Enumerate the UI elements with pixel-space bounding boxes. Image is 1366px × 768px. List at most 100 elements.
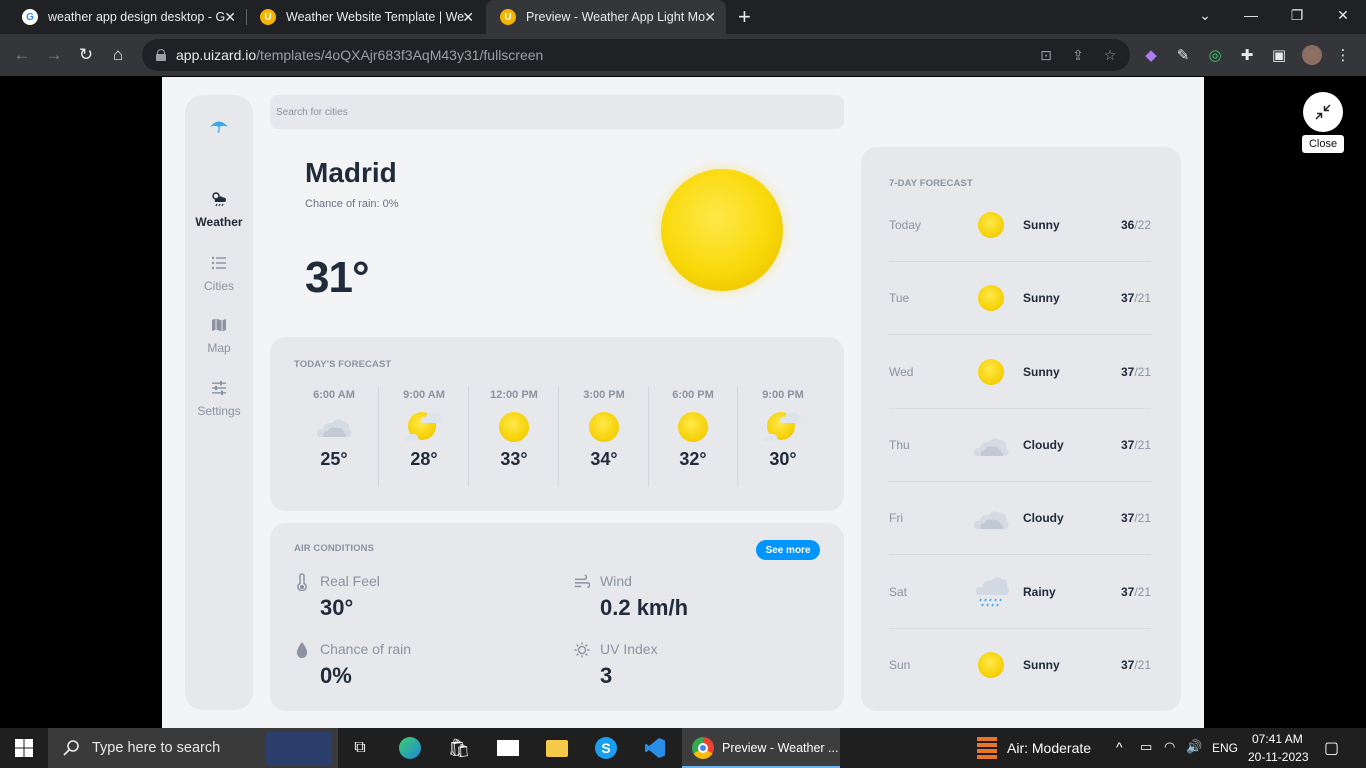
taskbar-window-label: Preview - Weather ...	[722, 741, 839, 755]
day-name: Fri	[889, 511, 903, 525]
weather-app-page: Weather Cities Map Settings Search for c…	[162, 77, 1204, 728]
side-panel-icon[interactable]: ▣	[1270, 46, 1288, 64]
store-icon[interactable]: 🛍	[447, 736, 471, 760]
skype-icon[interactable]: S	[594, 736, 618, 760]
map-icon	[212, 318, 226, 332]
day-name: Sun	[889, 658, 911, 672]
list-icon	[211, 256, 226, 270]
city-name: Madrid	[305, 157, 397, 188]
url-text: app.uizard.io/templates/4oQXAjr683f3AqM4…	[176, 47, 544, 63]
notification-icon[interactable]: ▢	[1324, 738, 1339, 758]
day-condition: Cloudy	[1023, 511, 1064, 525]
forward-icon[interactable]: →	[43, 44, 65, 66]
vscode-icon[interactable]	[643, 736, 667, 760]
browser-tab-strip: G weather app design desktop - G ✕ U Wea…	[0, 0, 1366, 34]
sun-icon	[584, 409, 624, 445]
tab-title: weather app design desktop - G	[48, 10, 226, 24]
wifi-icon[interactable]: ◠	[1164, 739, 1175, 755]
clock-time[interactable]: 07:41 AM	[1252, 732, 1303, 746]
hour-time: 6:00 AM	[313, 389, 355, 401]
droplet-icon	[296, 642, 308, 658]
exit-fullscreen-button[interactable]	[1303, 92, 1343, 132]
window-close-button[interactable]: ✕	[1320, 0, 1366, 30]
air-label: Wind	[600, 573, 632, 589]
air-label: UV Index	[600, 641, 658, 657]
sidebar-item-cities[interactable]: Cities	[185, 255, 253, 295]
see-more-button[interactable]: See more	[756, 540, 820, 560]
minimize-button[interactable]: —	[1228, 0, 1274, 30]
hour-time: 12:00 PM	[490, 389, 538, 401]
current-temperature: 31°	[305, 253, 370, 302]
sidebar-item-label: Settings	[197, 404, 241, 418]
day-temp-range: 37/21	[1120, 511, 1151, 525]
hour-temp: 33°	[500, 449, 528, 469]
cloudy-icon	[973, 430, 1009, 462]
profile-avatar[interactable]	[1302, 45, 1322, 65]
sidebar-item-label: Weather	[195, 215, 243, 229]
taskbar-chrome-window[interactable]: Preview - Weather ...	[682, 728, 840, 768]
hourly-forecast-item: 12:00 PM 33°	[469, 389, 559, 470]
new-tab-button[interactable]: +	[738, 4, 751, 30]
partly-cloudy-icon	[763, 409, 803, 445]
sidebar-item-settings[interactable]: Settings	[185, 380, 253, 420]
file-explorer-icon[interactable]	[545, 736, 569, 760]
air-label: Real Feel	[320, 573, 380, 589]
hourly-forecast-item: 6:00 AM 25°	[289, 389, 379, 470]
sun-icon	[975, 650, 1007, 682]
browser-tab-active[interactable]: U Preview - Weather App Light Mo ✕	[486, 0, 726, 34]
partly-cloudy-icon	[404, 409, 444, 445]
volume-icon[interactable]: 🔊	[1186, 739, 1202, 755]
sidebar-item-weather[interactable]: Weather	[185, 191, 253, 231]
close-tab-icon[interactable]: ✕	[462, 9, 474, 26]
taskbar-search-box[interactable]: Type here to search	[48, 728, 338, 768]
air-value: 30°	[320, 595, 354, 620]
mail-icon[interactable]	[496, 736, 520, 760]
air-quality-text[interactable]: Air: Moderate	[1007, 740, 1091, 756]
chrome-icon	[692, 737, 714, 759]
todays-forecast-card: TODAY'S FORECAST 6:00 AM 25° 9:00 AM 28°…	[270, 337, 844, 511]
day-name: Today	[889, 218, 922, 232]
close-tab-icon[interactable]: ✕	[224, 9, 236, 26]
hourly-forecast-item: 9:00 PM 30°	[738, 389, 828, 470]
menu-kebab-icon[interactable]: ⋮	[1334, 46, 1352, 64]
address-bar[interactable]: app.uizard.io/templates/4oQXAjr683f3AqM4…	[142, 39, 1130, 71]
sidebar-item-map[interactable]: Map	[185, 317, 253, 357]
air-quality-icon[interactable]	[975, 736, 999, 760]
search-input[interactable]	[276, 106, 844, 118]
seven-day-forecast-card: 7-DAY FORECAST Today Sunny 36/22 Tue Sun…	[861, 147, 1181, 711]
close-tab-icon[interactable]: ✕	[704, 9, 716, 26]
browser-tab[interactable]: G weather app design desktop - G ✕	[8, 0, 246, 34]
hourly-forecast-item: 9:00 AM 28°	[379, 389, 469, 470]
air-value: 0.2 km/h	[600, 595, 689, 620]
day-condition: Sunny	[1023, 365, 1060, 379]
task-view-icon[interactable]: ⧉	[348, 736, 372, 760]
day-condition: Rainy	[1023, 585, 1056, 599]
chance-of-rain-text: Chance of rain: 0%	[305, 198, 399, 210]
hourly-forecast-item: 3:00 PM 34°	[559, 389, 649, 470]
restore-button[interactable]: ❐	[1274, 0, 1320, 30]
home-icon[interactable]: ⌂	[107, 44, 129, 66]
sidebar-item-label: Cities	[203, 279, 234, 293]
translate-icon[interactable]: ⊡	[1038, 47, 1054, 63]
extension-icon[interactable]: ◆	[1142, 46, 1160, 64]
battery-icon[interactable]: ▭	[1140, 739, 1152, 755]
tab-search-icon[interactable]: ⌄	[1182, 0, 1228, 30]
extension-icon[interactable]: ◎	[1206, 46, 1224, 64]
color-picker-icon[interactable]: ✎	[1174, 46, 1192, 64]
chevron-up-icon[interactable]: ^	[1116, 739, 1123, 755]
windows-start-icon[interactable]	[12, 736, 36, 760]
hour-temp: 30°	[769, 449, 797, 469]
browser-tab[interactable]: U Weather Website Template | We ✕	[246, 0, 484, 34]
reload-icon[interactable]: ↻	[75, 44, 97, 66]
language-indicator[interactable]: ENG	[1212, 741, 1238, 755]
clock-date[interactable]: 20-11-2023	[1248, 750, 1309, 764]
extensions-puzzle-icon[interactable]: ✚	[1238, 46, 1256, 64]
back-icon[interactable]: ←	[11, 44, 33, 66]
share-icon[interactable]: ⇪	[1070, 47, 1086, 63]
edge-icon[interactable]	[398, 736, 422, 760]
bookmark-star-icon[interactable]: ☆	[1102, 47, 1118, 63]
air-value: 0%	[320, 663, 352, 688]
sun-icon	[975, 357, 1007, 389]
sidebar: Weather Cities Map Settings	[185, 95, 253, 710]
day-temp-range: 37/21	[1120, 658, 1151, 672]
